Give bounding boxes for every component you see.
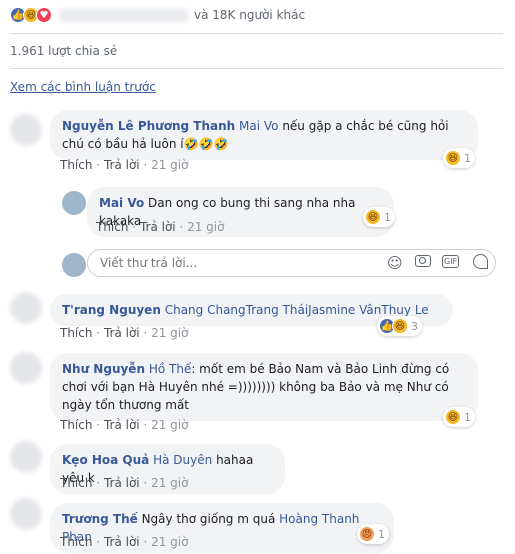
reaction-count: 3 — [411, 319, 418, 333]
timestamp[interactable]: 21 giờ — [151, 326, 188, 340]
like-link[interactable]: Thích — [60, 326, 92, 340]
haha-icon: 😆 — [392, 318, 408, 334]
timestamp[interactable]: 21 giờ — [151, 476, 188, 490]
like-link[interactable]: Thích — [60, 418, 92, 432]
avatar[interactable] — [10, 352, 42, 384]
like-link[interactable]: Thích — [60, 158, 92, 172]
comment-actions: Thích · Trả lời · 21 giờ — [60, 476, 189, 490]
timestamp[interactable]: 21 giờ — [151, 418, 188, 432]
divider — [10, 33, 503, 34]
reaction-pill[interactable]: 😆 1 — [443, 407, 475, 427]
timestamp[interactable]: 21 giờ — [151, 535, 188, 549]
reaction-pill[interactable]: 😆 1 — [363, 207, 395, 227]
sticker-icon[interactable] — [473, 254, 488, 269]
avatar[interactable] — [10, 114, 42, 146]
comment-tag[interactable]: Hồ Thế — [149, 362, 192, 376]
avatar[interactable] — [10, 441, 42, 473]
reaction-count: 1 — [464, 410, 471, 424]
blurred-names — [60, 8, 188, 22]
reply-link[interactable]: Trả lời — [104, 158, 140, 172]
others-count[interactable]: và 18K người khác — [194, 8, 305, 22]
comment-author[interactable]: Như Nguyễn — [62, 362, 145, 376]
reply-link[interactable]: Trả lời — [104, 418, 140, 432]
reply-link[interactable]: Trả lời — [140, 220, 176, 234]
reaction-pill[interactable]: 👍 😆 3 — [377, 316, 422, 336]
camera-icon[interactable] — [415, 255, 431, 267]
comment-author[interactable]: Kẹo Hoa Quả — [62, 453, 149, 467]
haha-icon: 😆 — [445, 409, 461, 425]
comment-actions: Thích · Trả lời · 21 giờ — [60, 535, 189, 549]
comment-actions: Thích · Trả lời · 21 giờ — [60, 158, 189, 172]
avatar[interactable] — [10, 292, 42, 324]
reply-link[interactable]: Trả lời — [104, 535, 140, 549]
comment-tag[interactable]: Chang ChangTrang TháiJasmine VânThuy Le — [165, 303, 429, 317]
like-link[interactable]: Thích — [96, 220, 128, 234]
comment-actions: Thích · Trả lời · 21 giờ — [60, 326, 189, 340]
love-icon: ♥ — [36, 7, 52, 23]
reactions-summary[interactable]: 👍 😆 ♥ và 18K người khác — [10, 5, 305, 25]
comment-actions: Thích · Trả lời · 21 giờ — [96, 220, 225, 234]
comment-author[interactable]: T'rang Nguyen — [62, 303, 161, 317]
reply-link[interactable]: Trả lời — [104, 326, 140, 340]
avatar[interactable] — [10, 498, 42, 530]
avatar — [62, 253, 86, 277]
reply-input[interactable] — [98, 255, 372, 271]
reaction-pill[interactable]: 😆 1 — [443, 148, 475, 168]
comment-author[interactable]: Nguyễn Lê Phương Thanh — [62, 119, 235, 133]
comment-author[interactable]: Trương Thế — [62, 512, 138, 526]
avatar[interactable] — [62, 191, 86, 215]
gif-icon[interactable]: GIF — [442, 255, 460, 268]
comment-tag[interactable]: Mai Vo — [239, 119, 278, 133]
haha-icon: 😆 — [365, 209, 381, 225]
comment-bubble: Nguyễn Lê Phương Thanh Mai Vo nếu gặp a … — [50, 110, 478, 160]
view-previous-comments[interactable]: Xem các bình luận trước — [10, 80, 156, 94]
haha-icon: 😆 — [445, 150, 461, 166]
timestamp[interactable]: 21 giờ — [187, 220, 224, 234]
timestamp[interactable]: 21 giờ — [151, 158, 188, 172]
angry-icon: 😠 — [359, 526, 375, 542]
comment-tag[interactable]: Hà Duyên — [153, 453, 212, 467]
comment-actions: Thích · Trả lời · 21 giờ — [60, 418, 189, 432]
emoji-icon[interactable]: ☺ — [387, 254, 403, 272]
comment-text: Ngây thơ giống m quá — [141, 512, 276, 526]
reply-link[interactable]: Trả lời — [104, 476, 140, 490]
comment-author[interactable]: Mai Vo — [99, 196, 144, 210]
reaction-count: 1 — [384, 210, 391, 224]
comment-bubble: Như Nguyễn Hồ Thế: mốt em bé Bảo Nam và … — [50, 353, 478, 421]
reply-input-box[interactable]: ☺ GIF — [87, 249, 496, 277]
divider — [10, 68, 503, 69]
reaction-count: 1 — [378, 527, 385, 541]
like-link[interactable]: Thích — [60, 535, 92, 549]
reaction-count: 1 — [464, 151, 471, 165]
like-link[interactable]: Thích — [60, 476, 92, 490]
reaction-pill[interactable]: 😠 1 — [357, 524, 389, 544]
share-count[interactable]: 1.961 lượt chia sẻ — [10, 44, 117, 58]
